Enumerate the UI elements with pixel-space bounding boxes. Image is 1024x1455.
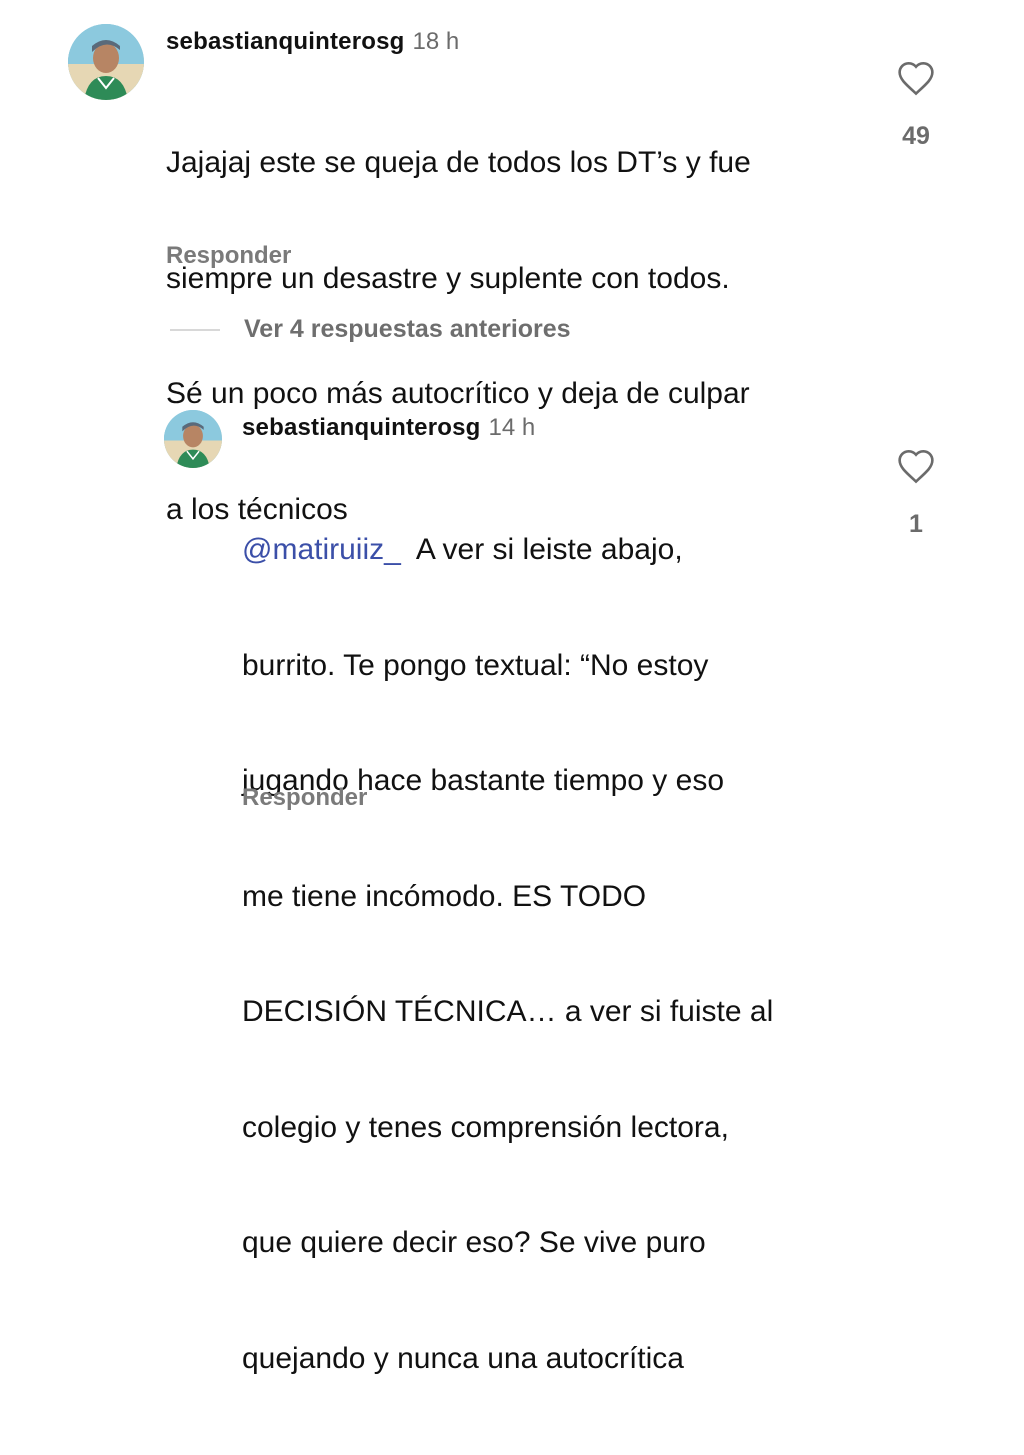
avatar[interactable] [68,24,144,100]
comment-text-line: me tiene incómodo. ES TODO [242,879,647,913]
comment-text-line: quejando y nunca una autocrítica [242,1341,684,1375]
divider-line [170,328,220,331]
mention-link[interactable]: @matiruiiz_ [242,533,401,566]
reply-button[interactable]: Responder [166,242,291,270]
like-count: 49 [902,122,930,150]
comment-text: @matiruiiz_ A ver si leiste abajo, burri… [242,454,882,1455]
heart-outline-icon [898,449,934,484]
comment-text-line: burrito. Te pongo textual: “No estoy [242,648,709,682]
timestamp: 18 h [412,28,460,55]
like-count: 1 [909,510,923,538]
profile-photo-icon [164,410,222,468]
timestamp: 14 h [488,414,536,441]
profile-photo-icon [68,24,144,100]
comment-header: sebastianquinterosg 18 h [166,28,459,56]
comment-text-line: colegio y tenes comprensión lectora, [242,1110,729,1144]
username[interactable]: sebastianquinterosg [166,28,405,55]
avatar[interactable] [164,410,222,468]
like-button[interactable]: 1 [886,448,946,539]
comment-2: sebastianquinterosg 14 h @matiruiiz_ A ve… [0,390,1024,1375]
view-replies-label[interactable]: Ver 4 respuestas anteriores [244,315,571,344]
comment-header: sebastianquinterosg 14 h [242,414,535,442]
comment-text-line: que quiere decir eso? Se vive puro [242,1226,706,1259]
username[interactable]: sebastianquinterosg [242,414,481,441]
view-previous-replies[interactable]: Ver 4 respuestas anteriores [170,315,571,344]
reply-button[interactable]: Responder [242,784,367,812]
heart-outline-icon [898,61,934,96]
comment-text-line: DECISIÓN TÉCNICA… a ver si fuiste al [242,995,774,1028]
comment-text-line: Jajajaj este se queja de todos los DT’s … [166,146,751,179]
comment-1: sebastianquinterosg 18 h Jajajaj este se … [0,0,1024,526]
like-button[interactable]: 49 [886,60,946,151]
comment-text-line: @matiruiiz_ A ver si leiste abajo, [242,531,882,570]
comment-text-fragment: A ver si leiste abajo, [400,533,683,566]
